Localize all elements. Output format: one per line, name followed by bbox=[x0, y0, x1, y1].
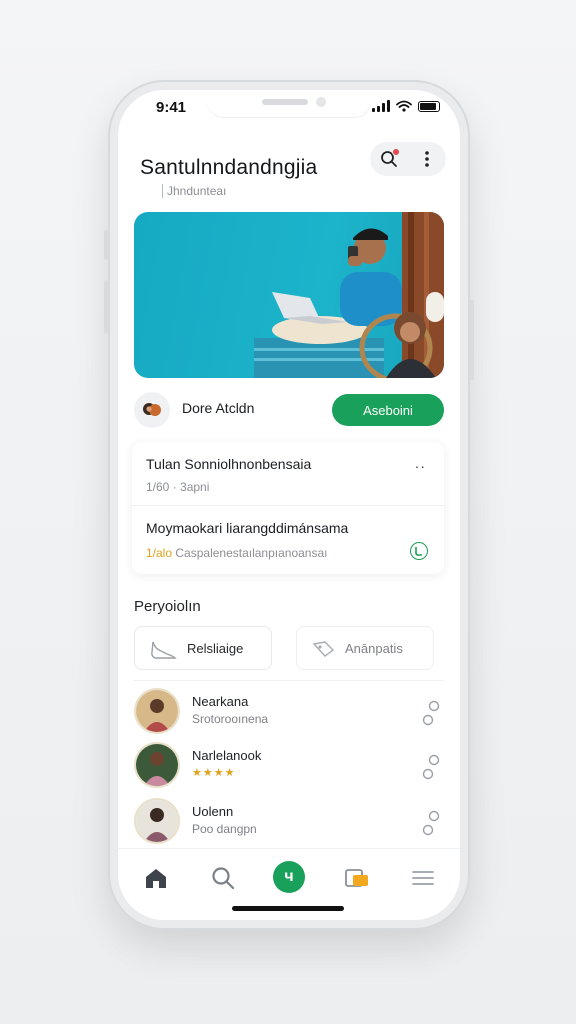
list-item-name: Uolenn bbox=[192, 804, 234, 819]
volume-up-button bbox=[104, 280, 108, 334]
segment-label: Anānpatis bbox=[345, 641, 403, 656]
hero-image[interactable] bbox=[134, 212, 444, 378]
shoe-icon bbox=[151, 641, 177, 659]
list-item-name: Nearkana bbox=[192, 694, 249, 709]
status-time: 9:41 bbox=[156, 99, 187, 116]
list-item-sub: Poo dangpn bbox=[192, 822, 257, 836]
card-row-title: Moymaokari liarangddimánsama bbox=[146, 520, 349, 536]
avatar bbox=[134, 742, 180, 788]
card-row-meta: 1/alo Caspalenestaılanpıanoansaı bbox=[146, 546, 328, 560]
tab-home[interactable] bbox=[139, 861, 173, 895]
app-subtitle: Jhndunteaı bbox=[162, 184, 226, 198]
tag-icon bbox=[312, 641, 335, 657]
wifi-icon bbox=[396, 100, 412, 112]
card-row-meta-accent: 1/alo bbox=[146, 546, 173, 560]
avatar bbox=[134, 798, 180, 844]
signal-icon bbox=[372, 100, 390, 112]
more-vertical-icon bbox=[425, 151, 429, 167]
phone-frame: 9:41 Santulnndandngjia Jhndunteaı Dore A… bbox=[104, 80, 474, 930]
card-row[interactable]: Moymaokari liarangddimánsama 1/alo Caspa… bbox=[132, 506, 444, 574]
speaker-grille bbox=[262, 99, 308, 105]
rating-stars: ★★★★ bbox=[192, 767, 236, 779]
more-circle-icon[interactable] bbox=[420, 752, 442, 782]
add-button[interactable]: ч bbox=[273, 861, 305, 893]
more-horizontal-icon[interactable]: ·· bbox=[415, 458, 426, 474]
list-item-name: Narlelanook bbox=[192, 748, 262, 763]
list-item[interactable]: Nearkana Srotorooınena bbox=[134, 688, 444, 736]
follow-button[interactable]: Aseboini bbox=[332, 394, 444, 426]
tab-folder[interactable] bbox=[340, 861, 374, 895]
front-camera bbox=[316, 97, 326, 107]
tab-search[interactable] bbox=[206, 861, 240, 895]
segment-label: Relsliaige bbox=[187, 641, 244, 656]
status-icons bbox=[372, 100, 440, 112]
notch bbox=[206, 90, 372, 118]
notification-badge bbox=[392, 148, 400, 156]
section-title: Peryoiolın bbox=[134, 598, 201, 615]
search-icon bbox=[212, 867, 235, 890]
status-bar: 9:41 bbox=[118, 90, 460, 134]
home-icon bbox=[146, 869, 166, 888]
author-name: Dore Atcldn bbox=[182, 400, 255, 416]
divider bbox=[134, 680, 444, 681]
tab-menu[interactable] bbox=[406, 861, 440, 895]
card-row-meta: 1/60 · 3apni bbox=[146, 480, 210, 494]
search-button[interactable] bbox=[374, 144, 404, 174]
segment-relsliaige[interactable]: Relsliaige bbox=[134, 626, 272, 670]
menu-icon bbox=[412, 871, 434, 885]
info-card: Tulan Sonniolhnonbensaia 1/60 · 3apni ··… bbox=[132, 442, 444, 574]
segment-ananpatis[interactable]: Anānpatis bbox=[296, 626, 434, 670]
card-row[interactable]: Tulan Sonniolhnonbensaia 1/60 · 3apni ·· bbox=[132, 442, 444, 506]
mute-switch bbox=[104, 230, 108, 260]
more-options-button[interactable] bbox=[412, 144, 442, 174]
people-icon bbox=[143, 403, 161, 416]
card-row-meta-text: Caspalenestaılanpıanoansaı bbox=[175, 546, 328, 560]
header-actions bbox=[370, 142, 446, 176]
folder-icon bbox=[345, 869, 368, 887]
app-title: Santulnndandngjia bbox=[140, 156, 318, 179]
list-item[interactable]: Uolenn Poo dangpn bbox=[134, 798, 444, 846]
card-row-title: Tulan Sonniolhnonbensaia bbox=[146, 456, 312, 472]
check-circle-icon bbox=[415, 547, 422, 556]
confirm-button[interactable] bbox=[410, 542, 428, 560]
avatar bbox=[134, 688, 180, 734]
battery-icon bbox=[418, 100, 440, 112]
more-circle-icon[interactable] bbox=[420, 698, 442, 728]
author-avatar[interactable] bbox=[134, 392, 170, 428]
power-button bbox=[470, 300, 474, 380]
person-with-laptop-and-phone-photo bbox=[254, 212, 444, 378]
screen: 9:41 Santulnndandngjia Jhndunteaı Dore A… bbox=[118, 90, 460, 920]
list-item-sub: Srotorooınena bbox=[192, 712, 269, 726]
list-item[interactable]: Narlelanook ★★★★ bbox=[134, 742, 444, 790]
home-indicator[interactable] bbox=[232, 906, 344, 911]
author-row: Dore Atcldn Aseboini bbox=[134, 390, 444, 430]
more-circle-icon[interactable] bbox=[420, 808, 442, 838]
